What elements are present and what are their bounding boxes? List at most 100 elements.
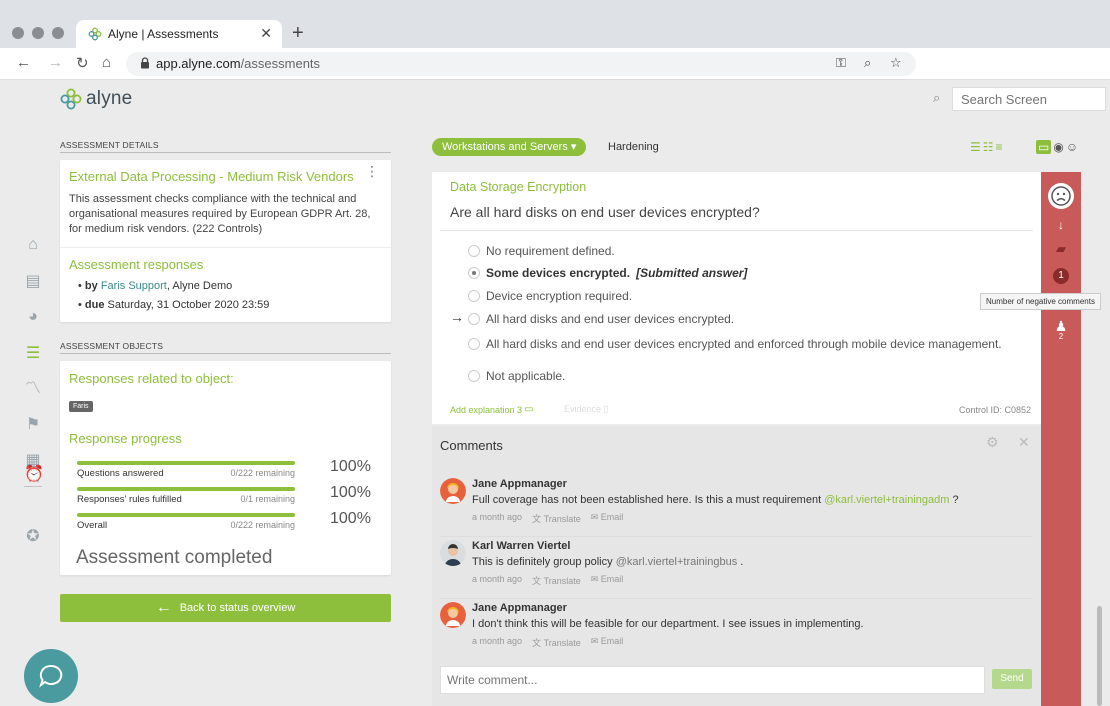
comment-body-end: . — [737, 556, 744, 568]
radio-button[interactable] — [468, 370, 480, 382]
due-label: due — [84, 299, 105, 311]
progress-label: Responses' rules fulfilled — [77, 494, 182, 505]
new-tab-button[interactable]: + — [292, 22, 304, 45]
object-tag[interactable]: Faris — [69, 401, 93, 412]
home-icon[interactable]: ⌂ — [102, 54, 111, 71]
comment-time: a month ago — [472, 512, 523, 522]
answer-option[interactable]: No requirement defined. — [468, 244, 615, 258]
option-label: Not applicable. — [486, 369, 566, 383]
zoom-icon[interactable]: ⌕ — [864, 55, 871, 71]
search-input[interactable] — [952, 87, 1106, 111]
gear-icon[interactable]: ⚙ — [986, 434, 999, 451]
trend-nav-icon[interactable]: 〽 — [24, 380, 42, 398]
radio-button[interactable] — [468, 338, 480, 350]
radio-button[interactable] — [468, 245, 480, 257]
negative-feedback-sidebar: ↓ ▰ 1 ♟ 2 — [1041, 172, 1081, 706]
comment-body: This is definitely group policy — [472, 556, 616, 568]
add-explanation-link[interactable]: Add explanation 3 ▭ — [450, 404, 534, 415]
by-user-link[interactable]: Faris Support — [101, 280, 167, 292]
smiley-icon[interactable]: ☺ — [1066, 138, 1078, 156]
minimize-window-button[interactable] — [32, 27, 44, 39]
radio-button[interactable] — [468, 290, 480, 302]
answer-option-selected[interactable]: Some devices encrypted. [Submitted answe… — [468, 266, 747, 280]
assessment-title[interactable]: External Data Processing - Medium Risk V… — [69, 169, 354, 184]
progress-bar — [77, 487, 295, 491]
category-dropdown[interactable]: Workstations and Servers ▾ — [432, 138, 587, 156]
list-icon[interactable]: ☰ — [970, 138, 981, 156]
key-icon[interactable]: ⚿ — [836, 55, 846, 71]
comment-bubble-icon[interactable]: ▰ — [1041, 241, 1081, 257]
question-icon[interactable]: ◉ — [1053, 138, 1063, 156]
pie-chart-nav-icon[interactable]: ◕ — [24, 308, 42, 326]
home-nav-icon[interactable]: ⌂ — [24, 236, 42, 254]
due-date: • due Saturday, 31 October 2020 23:59 — [78, 299, 270, 311]
support-chat-button[interactable] — [24, 649, 78, 703]
comment-author: Jane Appmanager — [472, 602, 567, 614]
send-button[interactable]: Send — [992, 669, 1032, 689]
browser-tab[interactable]: Alyne | Assessments ✕ — [76, 20, 282, 48]
email-link[interactable]: ✉ Email — [591, 512, 624, 525]
comment-author: Karl Warren Viertel — [472, 540, 571, 552]
mention-link[interactable]: @karl.viertel+trainingadm — [824, 494, 949, 506]
radio-button[interactable] — [468, 313, 480, 325]
close-icon[interactable]: ✕ — [1018, 434, 1030, 451]
email-link[interactable]: ✉ Email — [591, 636, 624, 649]
maximize-window-button[interactable] — [52, 27, 64, 39]
list-view-tools: ☰ ☷ ≡ — [970, 138, 1003, 156]
answer-option[interactable]: Not applicable. — [468, 369, 565, 383]
star-nav-icon[interactable]: ✪ — [24, 528, 42, 546]
comments-panel: Comments ⚙ ✕ Jane Appmanager Full covera… — [432, 426, 1041, 706]
comment-separator — [440, 598, 1033, 599]
evidence-link[interactable]: Evidence ▯ — [564, 404, 609, 415]
progress-remaining: 0/1 remaining — [240, 494, 295, 504]
alarm-nav-icon[interactable]: ⏰ — [24, 466, 44, 484]
negative-count-badge: 1 — [1053, 268, 1069, 284]
list-check-icon[interactable]: ≡ — [996, 138, 1003, 156]
reload-icon[interactable]: ↻ — [76, 54, 89, 72]
comment-text: I don't think this will be feasible for … — [472, 618, 864, 630]
option-label: All hard disks and end user devices encr… — [486, 337, 1002, 351]
assessment-details-label: ASSESSMENT DETAILS — [60, 140, 159, 150]
bookmark-star-icon[interactable]: ☆ — [890, 55, 902, 71]
forward-icon[interactable]: → — [48, 54, 63, 71]
alyne-logo[interactable]: alyne — [60, 88, 132, 110]
progress-bar — [77, 513, 295, 517]
more-options-icon[interactable]: ⋮ — [365, 164, 379, 178]
comment-input[interactable] — [440, 666, 985, 694]
answer-option[interactable]: Device encryption required. — [468, 289, 632, 303]
answer-option[interactable]: All hard disks and end user devices encr… — [468, 312, 734, 326]
translate-link[interactable]: 文 Translate — [532, 636, 581, 649]
document-nav-icon[interactable]: ▤ — [24, 273, 42, 291]
email-link[interactable]: ✉ Email — [591, 574, 624, 587]
back-icon[interactable]: ← — [16, 54, 31, 71]
back-to-status-button[interactable]: ← Back to status overview — [60, 594, 391, 622]
alyne-favicon-icon — [88, 27, 102, 41]
checklist-nav-icon[interactable]: ☰ — [24, 345, 42, 363]
question-divider — [440, 230, 1033, 231]
mention-link[interactable]: @karl.viertel+trainingbus — [616, 556, 738, 568]
progress-remaining: 0/222 remaining — [230, 468, 295, 478]
comment-icon[interactable]: ▭ — [1036, 140, 1052, 154]
radio-button-selected[interactable] — [468, 267, 480, 279]
list-add-icon[interactable]: ☷ — [983, 138, 994, 156]
comment-item: Jane Appmanager Full coverage has not be… — [440, 478, 1033, 528]
translate-link[interactable]: 文 Translate — [532, 512, 581, 525]
arrow-down-icon: ↓ — [1058, 218, 1064, 232]
translate-link[interactable]: 文 Translate — [532, 574, 581, 587]
comment-item: Jane Appmanager I don't think this will … — [440, 602, 1033, 652]
by-org: , Alyne Demo — [166, 280, 233, 292]
url-field[interactable]: app.alyne.com/assessments ⚿ ⌕ ☆ — [126, 52, 916, 76]
close-window-button[interactable] — [12, 27, 24, 39]
tab-close-icon[interactable]: ✕ — [260, 25, 272, 42]
answer-option[interactable]: All hard disks and end user devices encr… — [468, 337, 1002, 351]
control-id: Control ID: C0852 — [958, 405, 1031, 415]
sad-face-button[interactable] — [1041, 182, 1081, 213]
search-icon[interactable]: ⌕ — [933, 90, 940, 106]
scrollbar[interactable] — [1097, 606, 1102, 706]
option-label: Device encryption required. — [486, 289, 633, 303]
assessment-details-card: External Data Processing - Medium Risk V… — [60, 160, 391, 322]
option-label: All hard disks and end user devices encr… — [486, 312, 735, 326]
comment-text: This is definitely group policy @karl.vi… — [472, 556, 743, 568]
flag-nav-icon[interactable]: ⚑ — [24, 416, 42, 434]
negative-comments-count[interactable]: 1 — [1041, 265, 1081, 284]
